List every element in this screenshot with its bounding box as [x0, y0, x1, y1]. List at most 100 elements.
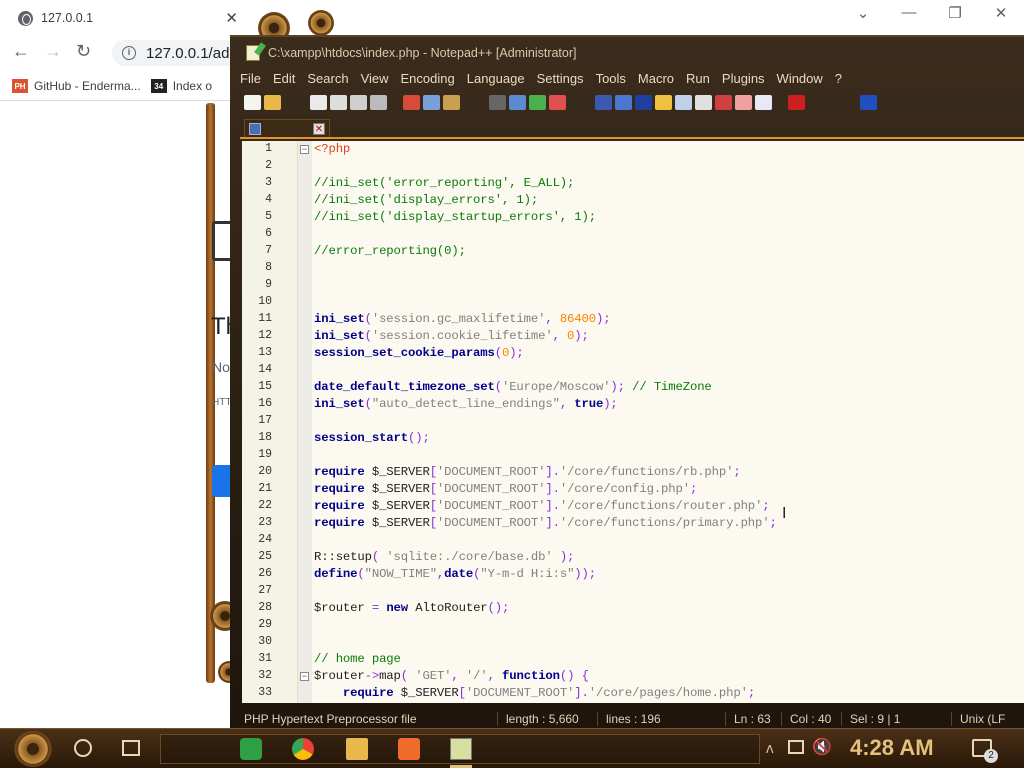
menu-window[interactable]: Window [773, 71, 831, 86]
doc-map-icon[interactable] [675, 94, 692, 110]
code-line[interactable]: require $_SERVER['DOCUMENT_ROOT'].'/core… [314, 499, 770, 513]
tab-index-php[interactable]: ✕ [244, 119, 330, 137]
fold-toggle-icon[interactable]: − [300, 672, 309, 681]
print-icon[interactable] [370, 94, 387, 110]
line-number: 21 [258, 482, 272, 495]
fold-toggle-icon[interactable]: − [300, 145, 309, 154]
clock[interactable]: 4:28 AM [850, 735, 934, 761]
menu-help[interactable]: ? [831, 71, 850, 86]
file-explorer-icon[interactable] [346, 738, 368, 760]
folder-as-workspace-icon[interactable] [715, 94, 732, 110]
code-line[interactable]: date_default_timezone_set('Europe/Moscow… [314, 380, 712, 394]
save-all-icon[interactable] [330, 94, 347, 110]
code-token: session_set_cookie_params [314, 346, 495, 360]
cut-icon[interactable] [403, 94, 420, 110]
new-file-icon[interactable] [244, 94, 261, 110]
code-line[interactable]: require $_SERVER['DOCUMENT_ROOT'].'/core… [314, 482, 697, 496]
menu-encoding[interactable]: Encoding [397, 71, 463, 86]
wrap-icon[interactable] [595, 94, 612, 110]
eye-icon[interactable] [755, 94, 772, 110]
saved-file-icon [249, 122, 261, 135]
code-line[interactable]: require $_SERVER['DOCUMENT_ROOT'].'/core… [314, 686, 755, 700]
minimize-button[interactable]: — [886, 4, 932, 21]
code-line[interactable]: $router = new AltoRouter(); [314, 601, 509, 615]
menu-tools[interactable]: Tools [592, 71, 634, 86]
line-number: 10 [258, 295, 272, 308]
bookmark-github[interactable]: PH GitHub - Enderma... [12, 79, 141, 93]
gear-decoration [308, 10, 334, 36]
notepadpp-titlebar[interactable]: C:\xampp\htdocs\index.php - Notepad++ [A… [230, 41, 1024, 65]
speaker-muted-icon[interactable]: 🔇 [812, 737, 832, 757]
xampp-app-icon[interactable] [398, 738, 420, 760]
start-button[interactable] [14, 731, 52, 767]
code-line[interactable]: //ini_set('display_startup_errors', 1); [314, 210, 596, 224]
browser-tab[interactable]: 127.0.0.1 ✕ [8, 4, 244, 32]
code-line[interactable]: $router->map( 'GET', '/', function() { [314, 669, 589, 683]
network-icon[interactable] [788, 740, 804, 754]
find-icon[interactable] [489, 94, 506, 110]
code-line[interactable]: session_set_cookie_params(0); [314, 346, 524, 360]
close-file-icon[interactable] [350, 94, 367, 110]
code-line[interactable]: ini_set("auto_detect_line_endings", true… [314, 397, 618, 411]
code-token: (); [407, 431, 430, 445]
close-tab-icon[interactable]: ✕ [225, 9, 238, 27]
menu-language[interactable]: Language [463, 71, 533, 86]
menu-macro[interactable]: Macro [634, 71, 682, 86]
replace-icon[interactable] [509, 94, 526, 110]
menu-view[interactable]: View [357, 71, 397, 86]
zoom-in-icon[interactable] [529, 94, 546, 110]
function-list-icon[interactable] [695, 94, 712, 110]
sheets-app-icon[interactable] [240, 738, 262, 760]
restore-button[interactable]: ❐ [932, 4, 978, 22]
back-arrow-icon[interactable]: ← [12, 41, 30, 62]
record-macro-icon[interactable] [788, 94, 805, 110]
close-tab-icon[interactable]: ✕ [313, 122, 325, 135]
toolbar-overflow-icon[interactable] [860, 94, 877, 110]
menu-search[interactable]: Search [303, 71, 356, 86]
bookmark-index[interactable]: 34 Index o [150, 79, 212, 93]
info-icon[interactable]: i [122, 46, 136, 60]
code-line[interactable]: //ini_set('error_reporting', E_ALL); [314, 176, 574, 190]
task-view-icon[interactable] [122, 740, 140, 756]
chrome-app-icon[interactable] [292, 738, 314, 760]
menu-edit[interactable]: Edit [269, 71, 303, 86]
notepadpp-app-icon[interactable] [450, 738, 472, 760]
code-line[interactable]: // home page [314, 652, 401, 666]
window-title: C:\xampp\htdocs\index.php - Notepad++ [A… [268, 46, 577, 60]
code-line[interactable]: session_start(); [314, 431, 430, 445]
paste-icon[interactable] [443, 94, 460, 110]
code-line[interactable]: ini_set('session.cookie_lifetime', 0); [314, 329, 589, 343]
reload-icon[interactable]: ↻ [76, 41, 91, 62]
forward-arrow-icon[interactable]: → [44, 41, 62, 62]
indent-guide-icon[interactable] [635, 94, 652, 110]
menu-file[interactable]: File [236, 71, 269, 86]
code-line[interactable]: ini_set('session.gc_maxlifetime', 86400)… [314, 312, 611, 326]
code-line[interactable]: //ini_set('display_errors', 1); [314, 193, 538, 207]
copy-icon[interactable] [423, 94, 440, 110]
menu-plugins[interactable]: Plugins [718, 71, 773, 86]
udl-icon[interactable] [655, 94, 672, 110]
zoom-out-icon[interactable] [549, 94, 566, 110]
save-icon[interactable] [310, 94, 327, 110]
show-hidden-icons[interactable]: ᐱ [766, 743, 774, 756]
line-number: 16 [258, 397, 272, 410]
menu-run[interactable]: Run [682, 71, 718, 86]
code-line[interactable]: require $_SERVER['DOCUMENT_ROOT'].'/core… [314, 516, 777, 530]
code-line[interactable]: <?php [314, 142, 350, 156]
menu-settings[interactable]: Settings [533, 71, 592, 86]
status-eol[interactable]: Unix (LF [952, 712, 1013, 726]
monitoring-icon[interactable] [735, 94, 752, 110]
line-number: 15 [258, 380, 272, 393]
code-token: ]. [574, 686, 589, 700]
code-line[interactable]: define("NOW_TIME",date("Y-m-d H:i:s")); [314, 567, 596, 581]
code-line[interactable]: require $_SERVER['DOCUMENT_ROOT'].'/core… [314, 465, 741, 479]
code-line[interactable]: //error_reporting(0); [314, 244, 466, 258]
open-file-icon[interactable] [264, 94, 281, 110]
code-editor[interactable]: 1 2 3 4 5 6 7 8 9 10 11 12 13 14 15 16 17 18 19 20 21 22 23 24 2… [242, 141, 1024, 703]
show-all-chars-icon[interactable] [615, 94, 632, 110]
close-window-button[interactable]: ✕ [978, 4, 1024, 22]
code-token: '/core/functions/primary.php' [559, 516, 770, 530]
search-icon[interactable] [74, 739, 92, 757]
chevron-down-icon[interactable]: ⌄ [840, 4, 886, 22]
code-line[interactable]: R::setup( 'sqlite:./core/base.db' ); [314, 550, 574, 564]
